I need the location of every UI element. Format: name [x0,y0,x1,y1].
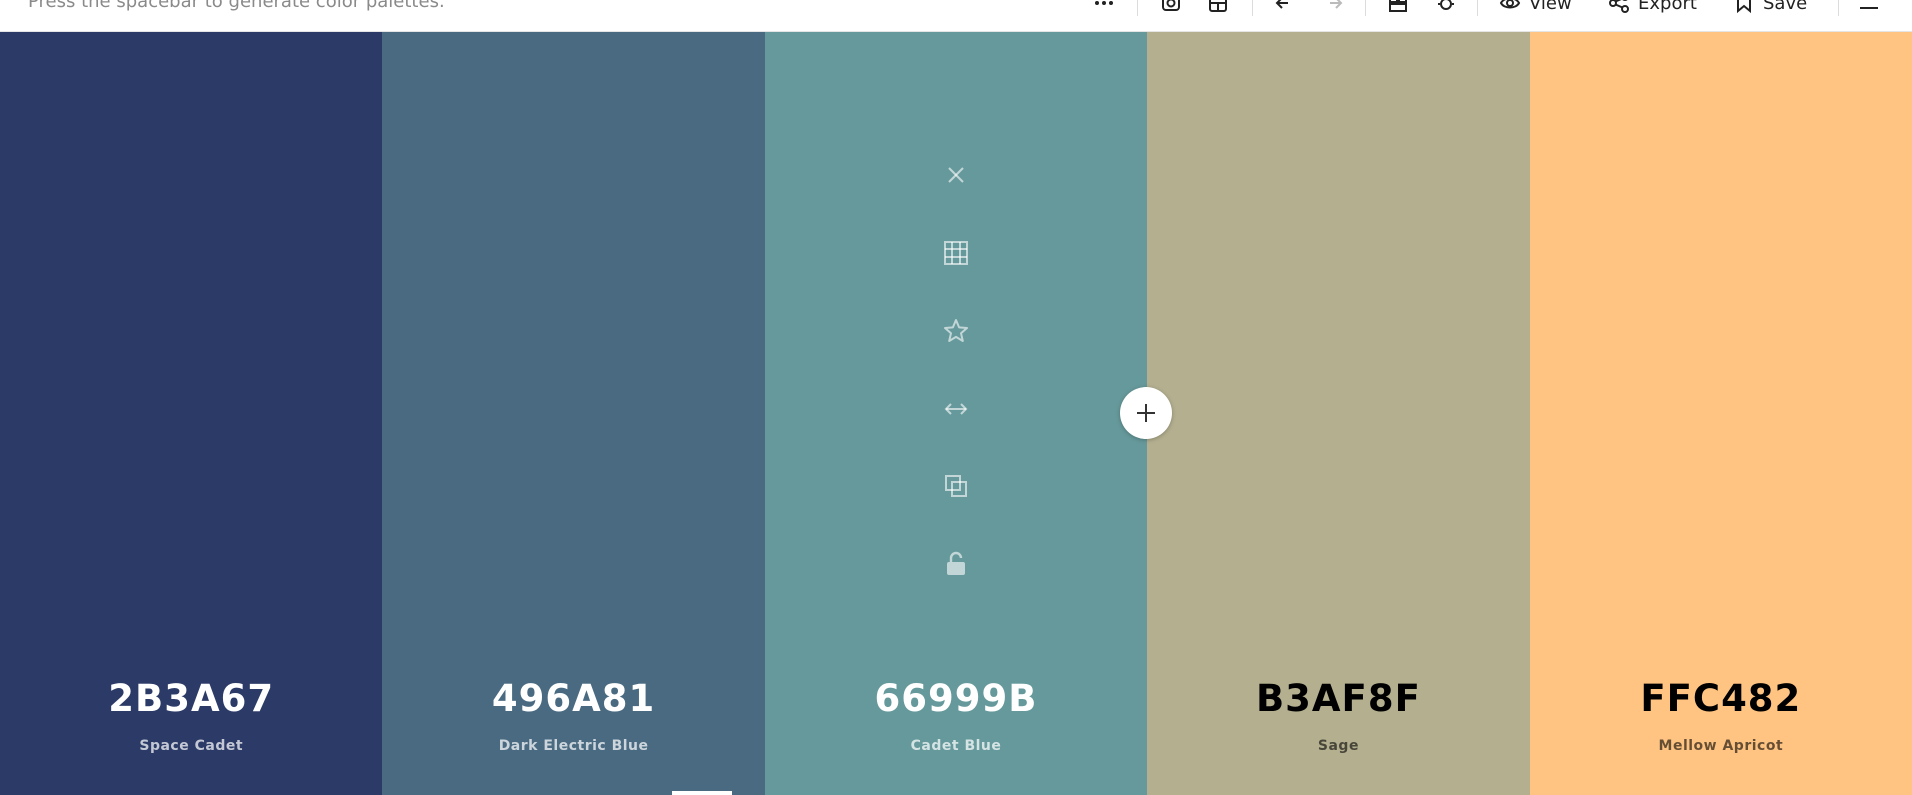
undo-icon [1275,0,1288,9]
view-button[interactable]: View [1499,0,1572,14]
camera-icon [1162,0,1180,11]
export-label: Export [1638,0,1697,14]
drag-icon [944,403,968,415]
color-column-dark-electric-blue[interactable]: 496A81 Dark Electric Blue [382,32,765,795]
remove-color-icon [948,167,964,183]
menu-icon [1860,7,1878,9]
color-column-space-cadet[interactable]: 2B3A67 Space Cadet [0,32,383,795]
color-name[interactable]: Dark Electric Blue [382,738,764,754]
color-hex[interactable]: 496A81 [382,677,764,720]
color-name[interactable]: Mellow Apricot [1530,738,1912,754]
drag-color-handle[interactable] [936,389,976,429]
color-hex[interactable]: B3AF8F [1147,677,1529,720]
share-icon [1609,0,1629,13]
save-button[interactable]: Save [1733,0,1807,14]
toolbar-divider [1365,0,1366,16]
color-hex[interactable]: FFC482 [1530,677,1912,720]
palette: 2B3A67 Space Cadet 496A81 Dark Electric … [0,32,1912,795]
add-color-button[interactable] [1120,387,1172,439]
color-name[interactable]: Space Cadet [0,738,382,754]
toolbar-divider [1137,0,1138,16]
color-hex[interactable]: 66999B [765,677,1147,720]
favorite-color-button[interactable] [936,311,976,351]
color-hex[interactable]: 2B3A67 [0,677,382,720]
view-shades-button[interactable] [936,233,976,273]
lock-color-button[interactable] [936,544,976,584]
bookmark-icon [1737,0,1751,14]
color-name[interactable]: Cadet Blue [765,738,1147,754]
toolbar-divider [1252,0,1253,16]
lightbulb-icon [1438,0,1454,10]
bottom-edge-tab [672,791,732,795]
undo-button[interactable] [1274,0,1296,14]
redo-icon [1330,0,1343,9]
shades-icon [944,241,969,265]
more-options-button[interactable] [1093,0,1115,14]
toolbar-divider [1477,0,1478,16]
color-column-mellow-apricot[interactable]: FFC482 Mellow Apricot [1529,32,1912,795]
spacebar-hint: Press the spacebar to generate color pal… [28,0,445,12]
quick-view-icon [1389,0,1407,12]
redo-button[interactable] [1322,0,1344,14]
eye-icon [1499,0,1521,9]
menu-button[interactable] [1858,0,1880,14]
view-label: View [1529,0,1572,14]
favorite-icon [944,319,969,342]
copy-icon [945,475,968,497]
color-column-sage[interactable]: B3AF8F Sage [1147,32,1530,795]
plus-icon [1137,404,1155,422]
export-button[interactable]: Export [1608,0,1697,14]
save-label: Save [1763,0,1808,14]
top-toolbar: Press the spacebar to generate color pal… [0,0,1912,32]
copy-hex-button[interactable] [936,466,976,506]
adjust-palette-button[interactable] [1207,0,1229,14]
color-name[interactable]: Sage [1147,738,1529,754]
more-icon [1095,1,1113,5]
lock-icon [947,551,966,575]
color-column-cadet-blue[interactable]: 66999B Cadet Blue [764,32,1148,795]
toolbar-divider [1838,0,1839,16]
color-blindness-button[interactable] [1435,0,1457,14]
camera-button[interactable] [1160,0,1182,14]
adjust-icon [1209,0,1227,12]
quick-view-button[interactable] [1387,0,1409,14]
remove-color-button[interactable] [936,155,976,195]
